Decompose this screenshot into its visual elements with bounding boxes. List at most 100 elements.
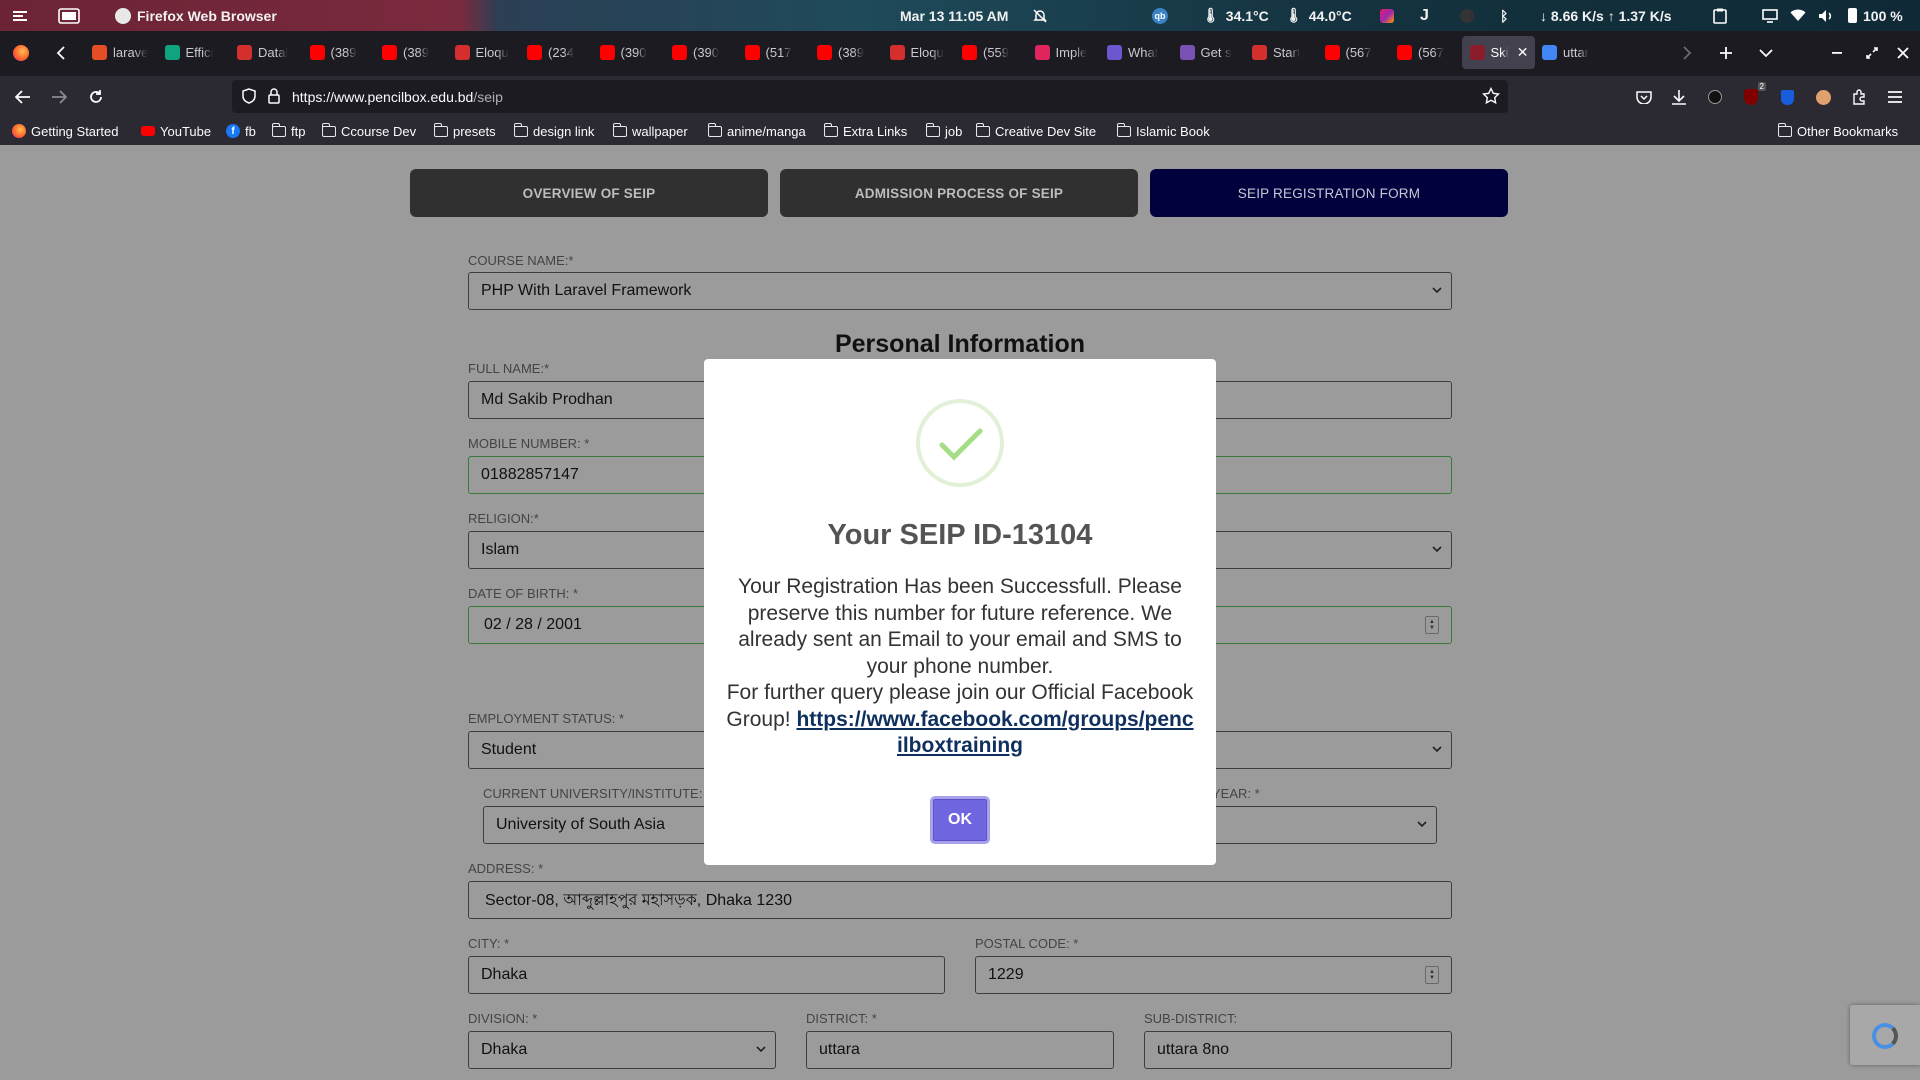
extensions-puzzle-icon[interactable] — [1844, 82, 1874, 112]
url-text[interactable]: https://www.pencilbox.edu.bd/seip — [292, 89, 503, 105]
course-name-select[interactable]: PHP With Laravel Framework — [468, 272, 1452, 310]
browser-tab[interactable]: (390 — [664, 36, 737, 69]
bookmark-item[interactable]: job — [925, 117, 962, 145]
browser-tab[interactable]: What — [1099, 36, 1172, 69]
browser-tab[interactable]: (234 — [519, 36, 592, 69]
ublock-origin-icon[interactable]: 2 — [1736, 82, 1766, 112]
scroll-tabs-right-icon[interactable] — [1672, 36, 1702, 69]
city-input[interactable]: Dhaka — [468, 956, 945, 994]
ok-button[interactable]: OK — [930, 796, 990, 844]
tab-registration-form[interactable]: SEIP REGISTRATION FORM — [1150, 169, 1508, 217]
bookmark-item[interactable]: Getting Started — [12, 117, 118, 145]
activities-icon[interactable] — [12, 0, 28, 31]
scroll-tabs-left-icon[interactable] — [46, 36, 76, 69]
district-input[interactable]: uttara — [806, 1031, 1114, 1069]
tab-title: Start — [1273, 45, 1301, 60]
tab-title: Eloqu — [475, 45, 509, 60]
facebook-group-link[interactable]: https://www.facebook.com/groups/pencilbo… — [796, 708, 1193, 758]
bookmark-item[interactable]: Extra Links — [823, 117, 907, 145]
chevron-down-icon — [756, 1046, 766, 1053]
steam-icon[interactable] — [1460, 0, 1474, 31]
browser-tab[interactable]: (389 — [302, 36, 375, 69]
date-spinner-icon[interactable]: ▲ ▼ — [1425, 616, 1439, 634]
recaptcha-badge[interactable] — [1850, 1005, 1920, 1065]
window-switcher-icon[interactable] — [58, 0, 80, 31]
browser-tab[interactable]: (389 — [809, 36, 882, 69]
url-bar[interactable]: https://www.pencilbox.edu.bd/seip — [232, 80, 1508, 113]
notifications-muted-icon[interactable] — [1032, 0, 1048, 31]
browser-tab[interactable]: (567 — [1389, 36, 1462, 69]
firefox-app-indicator[interactable]: Firefox Web Browser — [115, 0, 277, 31]
tab-favicon-icon — [817, 45, 832, 60]
volume-icon[interactable] — [1818, 0, 1834, 31]
browser-tab[interactable]: Datal — [229, 36, 302, 69]
bookmark-item[interactable]: design link — [513, 117, 594, 145]
sub-district-input[interactable]: uttara 8no — [1144, 1031, 1452, 1069]
tracking-protection-icon[interactable] — [242, 88, 256, 109]
bookmark-star-icon[interactable] — [1481, 86, 1501, 110]
browser-tab[interactable]: Get s — [1172, 36, 1245, 69]
tab-title: (390 — [620, 45, 647, 60]
bluetooth-icon[interactable]: ᛒ — [1500, 0, 1508, 31]
browser-tab[interactable]: Effici — [157, 36, 230, 69]
browser-tab[interactable]: Imple — [1027, 36, 1100, 69]
tab-favicon-icon — [1397, 45, 1412, 60]
new-tab-button[interactable] — [1711, 36, 1741, 69]
browser-tab[interactable]: (559 — [954, 36, 1027, 69]
forward-button[interactable] — [44, 82, 74, 112]
bookmark-item[interactable]: Ccourse Dev — [321, 117, 416, 145]
browser-tab[interactable]: larave — [84, 36, 157, 69]
browser-tab[interactable]: Eloqu — [882, 36, 955, 69]
number-spinner-icon[interactable]: ▲ ▼ — [1425, 966, 1439, 984]
religion-label: RELIGION:* — [468, 511, 539, 526]
browser-tab[interactable]: Start — [1244, 36, 1317, 69]
browser-tab[interactable]: (567 — [1317, 36, 1390, 69]
app-menu-icon[interactable] — [1880, 82, 1910, 112]
tab-title: (389 — [838, 45, 865, 60]
close-tab-icon[interactable]: ✕ — [1517, 44, 1529, 61]
bitwarden-icon[interactable] — [1772, 82, 1802, 112]
bookmark-item[interactable]: ftp — [271, 117, 305, 145]
profile-extension-icon[interactable] — [1808, 82, 1838, 112]
postal-code-input[interactable]: 1229 ▲ ▼ — [975, 956, 1452, 994]
browser-tab[interactable]: (390 — [592, 36, 665, 69]
firefox-view-icon[interactable] — [6, 36, 36, 69]
bookmark-item[interactable]: Islamic Book — [1116, 117, 1210, 145]
bookmark-item[interactable]: f fb — [226, 117, 256, 145]
downloads-icon[interactable] — [1664, 82, 1694, 112]
bookmark-item[interactable]: YouTube — [141, 117, 211, 145]
minimize-window-icon[interactable] — [1823, 36, 1853, 69]
tab-admission-process[interactable]: ADMISSION PROCESS OF SEIP — [780, 169, 1138, 217]
folder-icon — [433, 122, 448, 137]
pocket-icon[interactable] — [1629, 82, 1659, 112]
battery-indicator[interactable]: 100 % — [1848, 0, 1903, 31]
list-all-tabs-icon[interactable] — [1751, 36, 1781, 69]
wifi-icon[interactable] — [1790, 0, 1806, 31]
display-icon[interactable] — [1762, 0, 1778, 31]
extension-icon[interactable] — [1700, 82, 1730, 112]
browser-tab[interactable]: (389 — [374, 36, 447, 69]
bookmark-item[interactable]: presets — [433, 117, 496, 145]
qbittorrent-icon[interactable]: qb — [1152, 0, 1168, 31]
browser-tab[interactable]: Eloqu — [447, 36, 520, 69]
tab-title: Effici — [185, 45, 214, 60]
browser-tab[interactable]: uttar — [1534, 36, 1607, 69]
bookmark-item[interactable]: wallpaper — [612, 117, 688, 145]
browser-tab[interactable]: (517 — [737, 36, 810, 69]
joplin-icon[interactable]: J — [1420, 0, 1429, 31]
other-bookmarks[interactable]: Other Bookmarks — [1777, 117, 1898, 145]
back-button[interactable] — [8, 82, 38, 112]
reload-button[interactable] — [81, 82, 111, 112]
lock-icon[interactable] — [268, 88, 280, 109]
close-window-icon[interactable] — [1888, 36, 1918, 69]
color-picker-icon[interactable] — [1380, 0, 1394, 31]
address-input[interactable]: Sector-08, আব্দুল্লাহপুর মহাসড়ক, Dhaka … — [468, 881, 1452, 919]
restore-window-icon[interactable] — [1857, 36, 1887, 69]
clock[interactable]: Mar 13 11:05 AM — [900, 0, 1008, 31]
bookmark-item[interactable]: anime/manga — [707, 117, 806, 145]
browser-tab[interactable]: Ski ✕ — [1461, 36, 1535, 69]
tab-overview-of-seip[interactable]: OVERVIEW OF SEIP — [410, 169, 768, 217]
clipboard-icon[interactable] — [1713, 0, 1727, 31]
division-select[interactable]: Dhaka — [468, 1031, 776, 1069]
bookmark-item[interactable]: Creative Dev Site — [975, 117, 1096, 145]
